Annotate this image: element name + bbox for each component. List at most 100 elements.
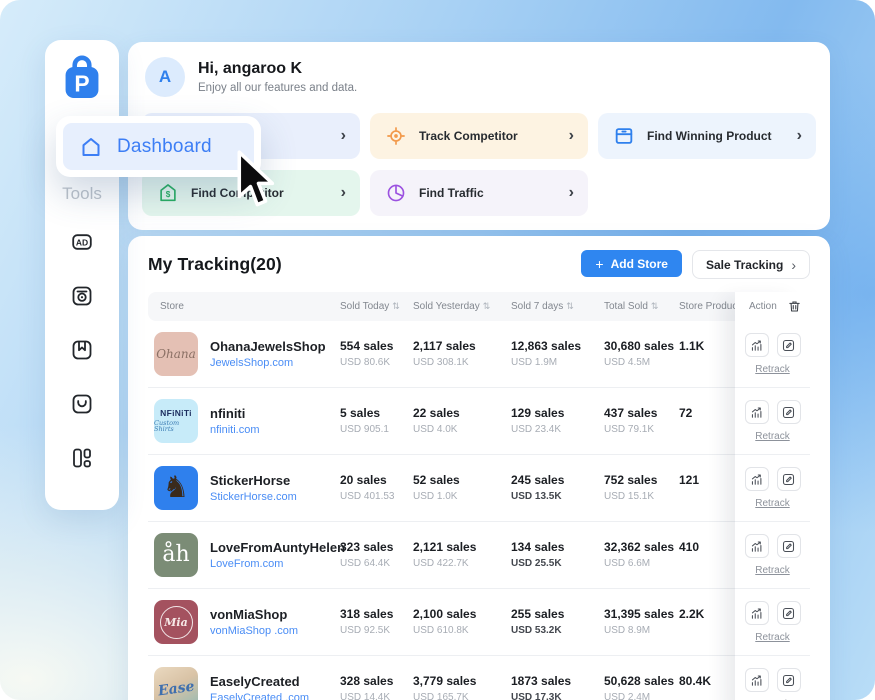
table-body: OhanaOhanaJewelsShopJewelsShop.com554 sa… — [148, 321, 810, 700]
cell-sold-yesterday: 2,121 salesUSD 422.7K — [413, 540, 511, 571]
store-link[interactable]: JewelsShop.com — [210, 357, 326, 369]
store-icon[interactable] — [70, 392, 94, 416]
retrack-link[interactable]: Retrack — [755, 632, 789, 643]
sidebar-icon-list: AD — [45, 230, 119, 500]
store-name: OhanaJewelsShop — [210, 339, 326, 354]
sidebar-item-dashboard[interactable]: Dashboard — [56, 116, 261, 177]
app-logo-icon[interactable]: P — [61, 54, 103, 100]
action-cell: Retrack — [735, 534, 810, 576]
cell-sold-7-days: 1873 salesUSD 17.3K — [511, 674, 604, 700]
feature-card-label: Find Traffic — [419, 186, 484, 200]
add-store-button[interactable]: + Add Store — [581, 250, 682, 277]
store-link[interactable]: nfiniti.com — [210, 424, 260, 436]
store-link[interactable]: vonMiaShop .com — [210, 625, 298, 637]
cell-total-sold: 30,680 salesUSD 4.5M — [604, 339, 679, 370]
col-header-total-sold[interactable]: Total Sold⇅ — [604, 301, 679, 312]
edit-button[interactable] — [777, 467, 801, 491]
edit-button[interactable] — [777, 601, 801, 625]
col-header-action: Action — [735, 292, 810, 321]
store-cell: NFiNiTiCustom Shirts nfiniti nfiniti.com — [148, 399, 340, 443]
feature-card-find-traffic[interactable]: Find Traffic › — [370, 170, 588, 216]
dashboard-menu-item[interactable]: Dashboard — [63, 123, 254, 170]
store-name: vonMiaShop — [210, 607, 298, 622]
cell-store-products: 1.1K — [679, 339, 735, 370]
sort-icon[interactable]: ⇅ — [483, 302, 491, 312]
tracking-table: StoreSold Today⇅Sold Yesterday⇅Sold 7 da… — [148, 292, 810, 700]
feature-card-track-competitor[interactable]: Track Competitor› — [370, 113, 588, 159]
ads-icon[interactable]: AD — [70, 230, 94, 254]
greeting: Hi, angaroo K — [198, 60, 357, 78]
edit-button[interactable] — [777, 668, 801, 692]
store-name: nfiniti — [210, 406, 260, 421]
col-header-store-products: Store Products — [679, 301, 735, 312]
cell-sold-yesterday: 52 salesUSD 1.0K — [413, 473, 511, 504]
cell-sold-yesterday: 2,100 salesUSD 610.8K — [413, 607, 511, 638]
store-logo: NFiNiTiCustom Shirts — [154, 399, 198, 443]
saved-items-icon[interactable] — [70, 338, 94, 362]
analytics-button[interactable] — [745, 467, 769, 491]
retrack-link[interactable]: Retrack — [755, 565, 789, 576]
cell-sold-today: 20 salesUSD 401.53 — [340, 473, 413, 504]
chevron-right-icon: › — [797, 128, 802, 144]
action-cell: Retrack — [735, 400, 810, 442]
box-icon — [613, 125, 635, 147]
col-header-sold-7-days[interactable]: Sold 7 days⇅ — [511, 301, 604, 312]
analytics-button[interactable] — [745, 601, 769, 625]
house-icon: $ — [157, 182, 179, 204]
sort-icon[interactable]: ⇅ — [651, 302, 659, 312]
retrack-link[interactable]: Retrack — [755, 431, 789, 442]
store-link[interactable]: EaselyCreated .com — [210, 692, 309, 700]
cell-store-products: 72 — [679, 406, 735, 437]
mouse-cursor — [234, 150, 280, 212]
svg-text:AD: AD — [76, 238, 88, 248]
chevron-right-icon: › — [569, 185, 574, 201]
col-header-sold-today[interactable]: Sold Today⇅ — [340, 301, 413, 312]
sidebar: P Tools AD — [45, 40, 119, 510]
edit-button[interactable] — [777, 400, 801, 424]
store-logo: åh — [154, 533, 198, 577]
chevron-right-icon: › — [569, 128, 574, 144]
analytics-button[interactable] — [745, 668, 769, 692]
col-header-sold-yesterday[interactable]: Sold Yesterday⇅ — [413, 301, 511, 312]
target-icon — [385, 125, 407, 147]
table-row: NFiNiTiCustom Shirts nfiniti nfiniti.com 5 … — [148, 388, 810, 455]
analytics-button[interactable] — [745, 534, 769, 558]
retrack-link[interactable]: Retrack — [755, 498, 789, 509]
avatar: A — [145, 57, 185, 97]
edit-button[interactable] — [777, 534, 801, 558]
cell-sold-today: 328 salesUSD 14.4K — [340, 674, 413, 700]
sort-icon[interactable]: ⇅ — [392, 302, 400, 312]
edit-button[interactable] — [777, 333, 801, 357]
analytics-button[interactable] — [745, 333, 769, 357]
store-logo: Mia — [154, 600, 198, 644]
chevron-right-icon: › — [341, 128, 346, 144]
product-tracker-icon[interactable] — [70, 284, 94, 308]
plus-icon: + — [595, 256, 603, 272]
store-link[interactable]: LoveFrom.com — [210, 558, 345, 570]
greeting-subtitle: Enjoy all our features and data. — [198, 82, 357, 94]
tracking-panel: My Tracking(20) + Add Store Sale Trackin… — [128, 236, 830, 700]
store-link[interactable]: StickerHorse.com — [210, 491, 297, 503]
col-header-store: Store — [148, 301, 340, 312]
cell-sold-7-days: 245 salesUSD 13.5K — [511, 473, 604, 504]
table-row: ♞StickerHorseStickerHorse.com20 salesUSD… — [148, 455, 810, 522]
app-screen: P Tools AD Dashboard A Hi, angaroo K Enj… — [0, 0, 875, 700]
apps-icon[interactable] — [70, 446, 94, 470]
action-cell: Retrack — [735, 668, 810, 700]
cell-sold-today: 5 salesUSD 905.1 — [340, 406, 413, 437]
store-cell: åhLoveFromAuntyHelenLoveFrom.com — [148, 533, 340, 577]
retrack-link[interactable]: Retrack — [755, 364, 789, 375]
sale-tracking-button[interactable]: Sale Tracking › — [692, 250, 810, 279]
table-header-row: StoreSold Today⇅Sold Yesterday⇅Sold 7 da… — [148, 292, 810, 321]
cell-sold-today: 554 salesUSD 80.6K — [340, 339, 413, 370]
cell-store-products: 410 — [679, 540, 735, 571]
svg-text:P: P — [74, 71, 89, 97]
delete-icon[interactable] — [787, 299, 802, 314]
dashboard-label: Dashboard — [117, 136, 212, 158]
feature-card-label: Find Winning Product — [647, 129, 772, 143]
analytics-button[interactable] — [745, 400, 769, 424]
sort-icon[interactable]: ⇅ — [566, 302, 574, 312]
feature-card-find-winning-product[interactable]: Find Winning Product › — [598, 113, 816, 159]
cell-total-sold: 752 salesUSD 15.1K — [604, 473, 679, 504]
tools-label: Tools — [45, 184, 119, 204]
